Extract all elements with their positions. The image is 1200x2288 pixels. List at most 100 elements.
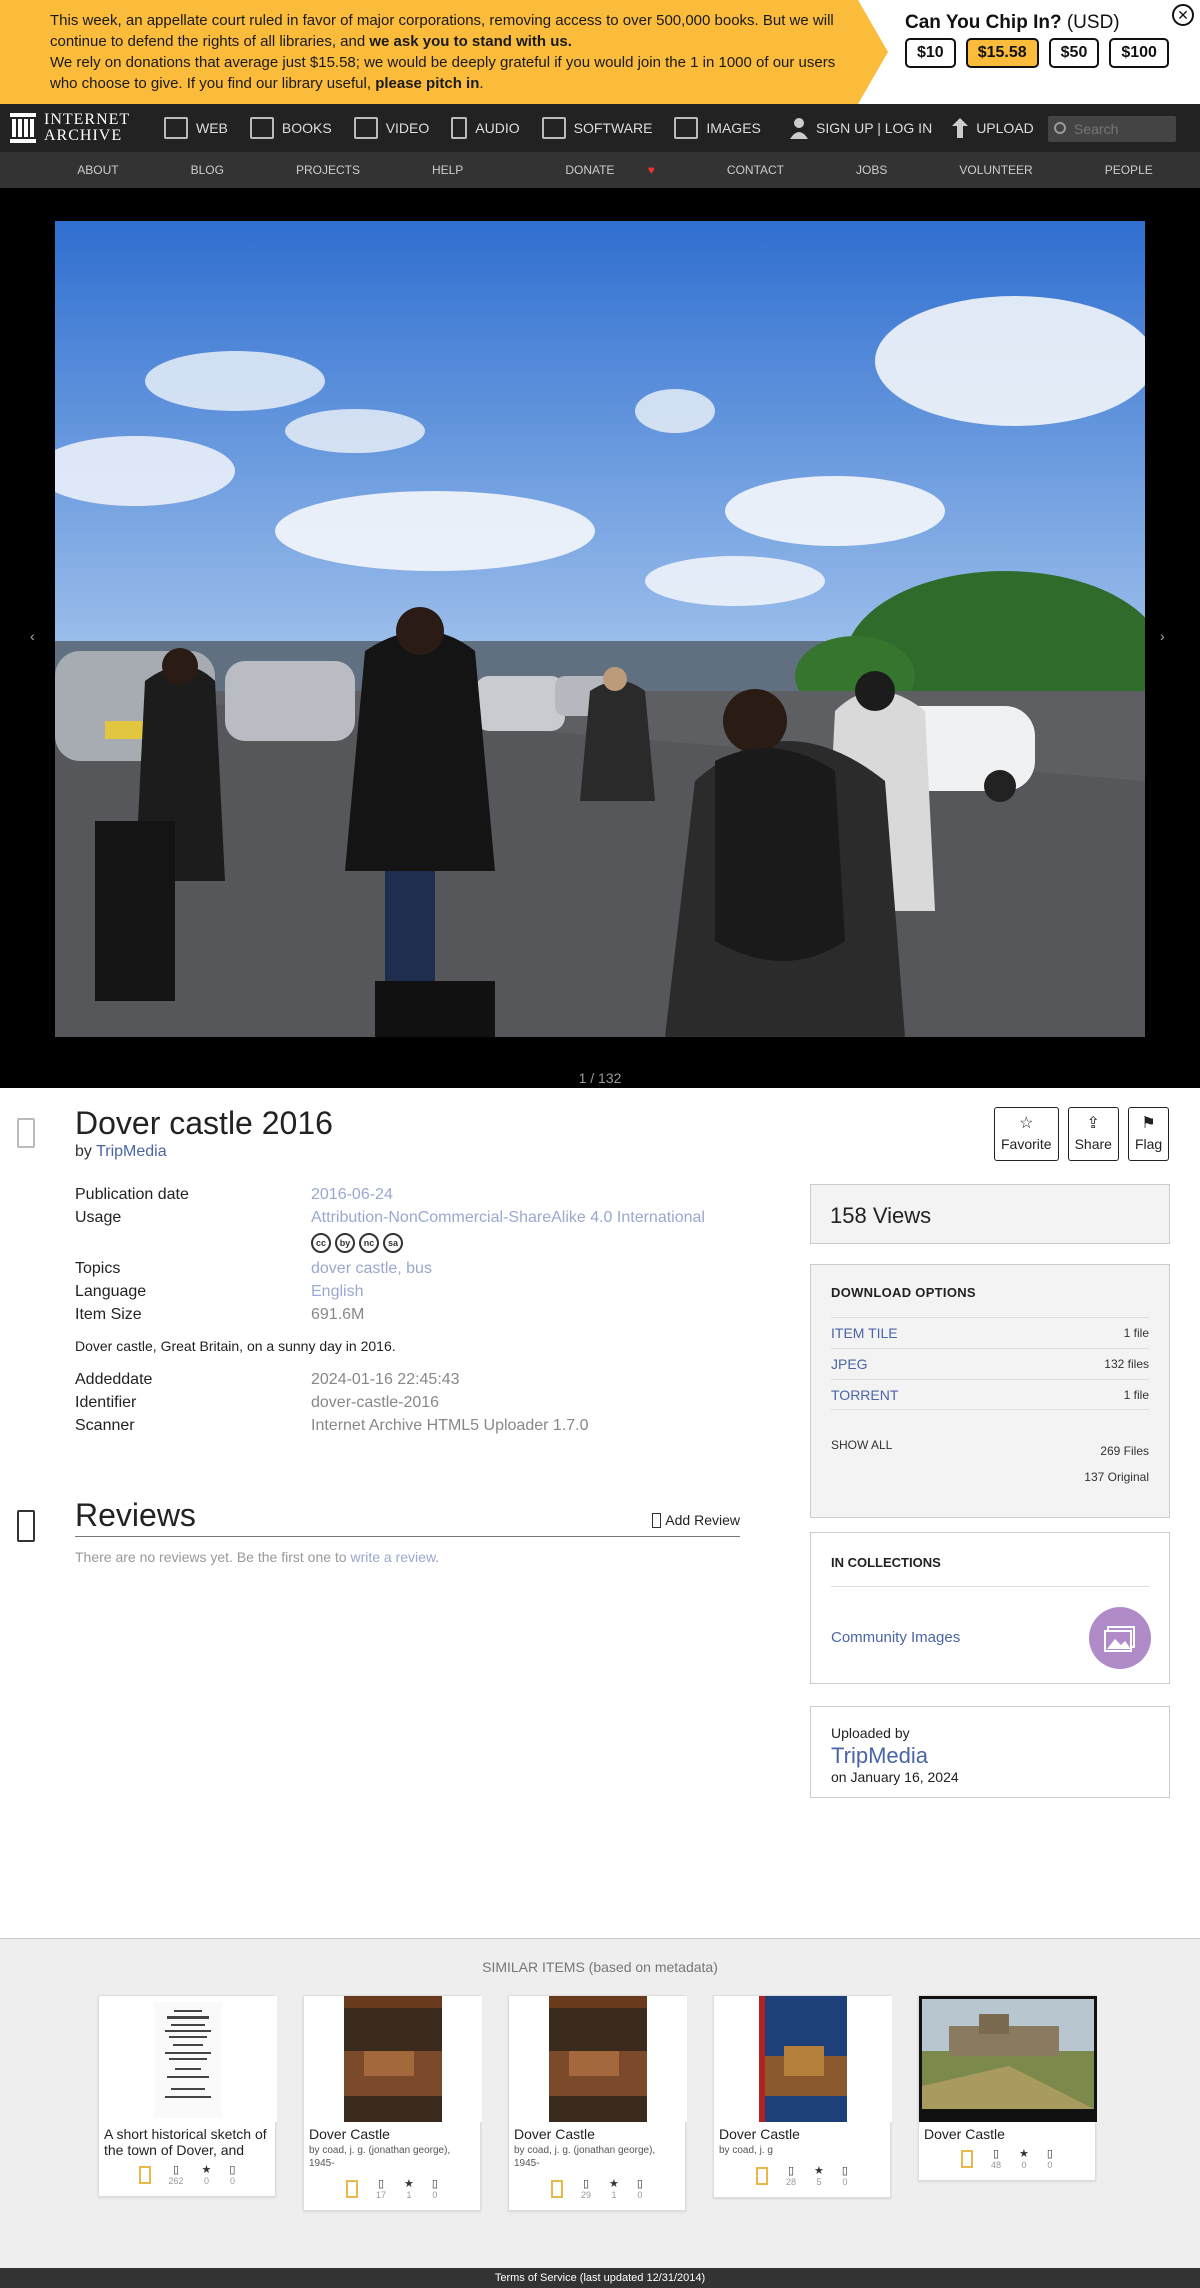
meta-addeddate: Addeddate 2024-01-16 22:45:43: [75, 1371, 460, 1388]
uploader-link[interactable]: TripMedia: [831, 1743, 1149, 1769]
images-icon: [674, 117, 699, 139]
subnav-about[interactable]: ABOUT: [47, 163, 118, 177]
author-link[interactable]: TripMedia: [96, 1143, 167, 1160]
item-description: Dover castle, Great Britain, on a sunny …: [75, 1338, 396, 1354]
text-icon: [756, 2167, 769, 2185]
search-input[interactable]: [1048, 116, 1176, 142]
subnav-jobs[interactable]: JOBS: [826, 163, 887, 177]
topics-links[interactable]: dover castle, bus: [311, 1257, 432, 1280]
amount-50-button[interactable]: $50: [1048, 38, 1100, 68]
reviews-icon: [17, 1510, 35, 1542]
add-review-button[interactable]: Add Review: [652, 1512, 740, 1528]
amount-100-button[interactable]: $100: [1109, 38, 1169, 68]
amount-15-58-button[interactable]: $15.58: [965, 38, 1039, 68]
meta-item-size: Item Size 691.6M: [75, 1306, 365, 1323]
nav-software[interactable]: SOFTWARE: [541, 117, 652, 139]
internet-archive-logo[interactable]: INTERNET ARCHIVE: [10, 112, 130, 144]
text-icon: [138, 2166, 151, 2184]
upload-icon: [952, 118, 969, 138]
upload-date: on January 16, 2024: [831, 1769, 959, 1785]
star-icon: ★: [814, 2165, 824, 2177]
meta-usage: Usage Attribution-NonCommercial-ShareAlik…: [75, 1206, 745, 1229]
archive-building-icon: [10, 113, 36, 143]
pitch-in-link[interactable]: please pitch in: [375, 75, 479, 92]
item-metadata: Publication date 2016-06-24 Usage Attribut…: [75, 1183, 745, 1437]
similar-title: SIMILAR ITEMS (based on metadata): [482, 1959, 718, 1975]
write-review-link[interactable]: write a review: [350, 1549, 435, 1565]
community-images-icon[interactable]: [1089, 1607, 1151, 1669]
subnav-projects[interactable]: PROJECTS: [266, 163, 360, 177]
subnav-people[interactable]: PEOPLE: [1075, 163, 1153, 177]
signup-login-link[interactable]: SIGN UP | LOG IN: [790, 117, 932, 139]
subnav-volunteer[interactable]: VOLUNTEER: [929, 163, 1032, 177]
flag-button[interactable]: ⚑ Flag: [1127, 1107, 1170, 1161]
reviews-title: Reviews: [75, 1497, 196, 1533]
close-icon[interactable]: ✕: [1172, 4, 1194, 26]
download-jpeg[interactable]: JPEG 132 files: [831, 1348, 1149, 1379]
sub-nav: ABOUT BLOG PROJECTS HELP DONATE ♥ CONTAC…: [0, 152, 1200, 188]
prev-arrow-icon[interactable]: ‹: [30, 628, 35, 644]
next-arrow-icon[interactable]: ›: [1160, 628, 1165, 644]
similar-card[interactable]: A short historical sketch of the town of…: [98, 1995, 277, 2197]
comment-icon: ▯: [431, 2178, 438, 2190]
books-icon: [249, 117, 274, 139]
nav-books[interactable]: BOOKS: [249, 117, 332, 139]
card-stats: ▯ 17 ★ 1 ▯ 0: [304, 2172, 480, 2210]
nav-video[interactable]: VIDEO: [353, 117, 429, 139]
text-icon: [551, 2180, 564, 2198]
share-button[interactable]: ⇪ Share: [1067, 1107, 1119, 1161]
star-icon: ★: [609, 2178, 619, 2190]
card-stats: ▯ 28 ★ 5 ▯ 0: [714, 2159, 890, 2197]
image-icon: [961, 2150, 974, 2168]
meta-publication-date: Publication date 2016-06-24: [75, 1186, 393, 1203]
subnav-help[interactable]: HELP: [402, 163, 463, 177]
favorite-button[interactable]: ☆ Favorite: [994, 1107, 1059, 1161]
similar-card[interactable]: Dover Castle by coad, j. g. (jonathan ge…: [508, 1995, 687, 2211]
star-icon: ★: [404, 2178, 414, 2190]
nav-images[interactable]: IMAGES: [674, 117, 761, 139]
subnav-contact[interactable]: CONTACT: [697, 163, 784, 177]
card-stats: ▯ 48 ★ 0 ▯ 0: [919, 2142, 1095, 2180]
page-count: 1 / 132: [578, 1070, 622, 1086]
heart-icon: ♥: [647, 163, 655, 177]
upload-link[interactable]: UPLOAD: [952, 118, 1034, 138]
nav-audio[interactable]: AUDIO: [451, 117, 520, 139]
item-title: Dover castle 2016: [75, 1105, 333, 1141]
text-icon: [346, 2180, 359, 2198]
similar-card[interactable]: Dover Castle by coad, j. g. (jonathan ge…: [303, 1995, 482, 2211]
banner-message: This week, an appellate court ruled in f…: [50, 12, 836, 92]
no-reviews-text: There are no reviews yet. Be the first o…: [75, 1549, 440, 1565]
similar-card[interactable]: Dover Castle ▯ 48 ★ 0 ▯ 0: [918, 1995, 1097, 2181]
license-link[interactable]: Attribution-NonCommercial-ShareAlike 4.0…: [311, 1206, 705, 1229]
original-files: 137 Original: [1084, 1470, 1149, 1484]
collection-link[interactable]: Community Images: [831, 1629, 960, 1646]
search-icon: [1054, 122, 1066, 134]
film-icon: [353, 117, 378, 139]
comment-icon: ▯: [1046, 2148, 1053, 2160]
similar-card[interactable]: Dover Castle by coad, j. g ▯ 28 ★ 5 ▯ 0: [713, 1995, 892, 2198]
item-actions: ☆ Favorite ⇪ Share ⚑ Flag: [994, 1107, 1170, 1161]
nav-web[interactable]: WEB: [164, 117, 228, 139]
show-all-link[interactable]: SHOW ALL: [831, 1438, 892, 1458]
meta-language: Language English: [75, 1283, 364, 1300]
download-torrent[interactable]: TORRENT 1 file: [831, 1379, 1149, 1410]
cc-license-icons[interactable]: cc by nc sa: [311, 1229, 745, 1257]
top-nav: INTERNET ARCHIVE WEB BOOKS VIDEO AUDIO S…: [0, 104, 1200, 152]
views-count: 158 Views: [810, 1184, 1170, 1244]
reviews-header: Reviews Add Review: [75, 1497, 740, 1537]
eye-icon: ▯: [173, 2164, 180, 2176]
main-photo[interactable]: [55, 221, 1145, 1037]
amount-10-button[interactable]: $10: [905, 38, 956, 68]
eye-icon: ▯: [582, 2178, 590, 2190]
eye-icon: ▯: [377, 2178, 385, 2190]
subnav-blog[interactable]: BLOG: [161, 163, 224, 177]
star-icon: ★: [1019, 2148, 1029, 2160]
subnav-donate[interactable]: DONATE ♥: [505, 163, 655, 177]
terms-of-service-link[interactable]: Terms of Service (last updated 12/31/201…: [0, 2268, 1200, 2288]
download-item-tile[interactable]: ITEM TILE 1 file: [831, 1317, 1149, 1348]
user-icon: [790, 118, 808, 139]
account-nav: SIGN UP | LOG IN UPLOAD: [790, 104, 1034, 152]
book-thumbnail: [99, 1996, 277, 2122]
meta-topics: Topics dover castle, bus: [75, 1257, 745, 1280]
book-thumbnail: [304, 1996, 482, 2122]
